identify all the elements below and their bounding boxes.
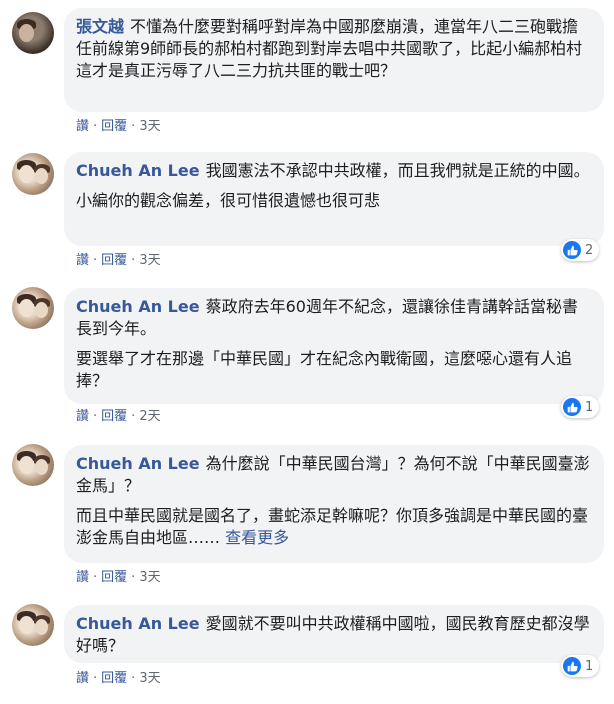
comment-author[interactable]: Chueh An Lee [76,161,200,180]
like-link[interactable]: 讚 [76,569,89,587]
avatar[interactable] [12,153,54,195]
reaction-count[interactable]: 2 [561,239,600,261]
comment-actions: 讚 · 回覆 · 3天 [76,118,161,136]
reaction-count[interactable]: 1 [561,655,600,677]
comment-bubble: 張文越 不懂為什麼要對稱呼對岸為中國那麼崩潰，連當年八二三砲戰擔任前線第9師師長的… [64,8,604,112]
comment-text: 而且中華民國就是國名了，畫蛇添足幹嘛呢？你頂多強調是中華民國的臺澎金馬自由地區…… [76,506,589,547]
reply-link[interactable]: 回覆 [101,670,127,688]
comment-time[interactable]: 3天 [139,118,160,136]
like-link[interactable]: 讚 [76,670,89,688]
like-link[interactable]: 讚 [76,408,89,426]
see-more-link[interactable]: 查看更多 [225,528,289,547]
comment-author[interactable]: 張文越 [76,17,124,36]
reaction-count[interactable]: 1 [561,396,600,418]
comment-author[interactable]: Chueh An Lee [76,454,200,473]
reply-link[interactable]: 回覆 [101,569,127,587]
thumbs-up-icon [563,241,581,259]
avatar[interactable] [12,287,54,329]
comment-actions: 讚 · 回覆 · 2天 [76,408,161,426]
comment-text: 我國憲法不承認中共政權，而且我們就是正統的中國。 [205,161,590,180]
comment-author[interactable]: Chueh An Lee [76,614,200,633]
reply-link[interactable]: 回覆 [101,252,127,270]
like-link[interactable]: 讚 [76,252,89,270]
comment-actions: 讚 · 回覆 · 3天 [76,252,161,270]
comment-bubble: Chueh An Lee 我國憲法不承認中共政權，而且我們就是正統的中國。 小編你… [64,152,604,246]
comment-text: 小編你的觀念偏差，很可惜很遺憾也很可悲 [76,191,381,210]
avatar[interactable] [12,444,54,486]
comment-bubble: Chueh An Lee 蔡政府去年60週年不紀念，還讓徐佳青講幹話當秘書長到今年… [64,288,604,404]
comment-bubble: Chueh An Lee 愛國就不要叫中共政權稱中國啦，國民教育歷史都沒學好嗎？ [64,605,604,663]
comment-time[interactable]: 2天 [139,408,160,426]
thumbs-up-icon [563,657,581,675]
reply-link[interactable]: 回覆 [101,118,127,136]
comment-time[interactable]: 3天 [139,252,160,270]
comment-text: 不懂為什麼要對稱呼對岸為中國那麼崩潰，連當年八二三砲戰擔任前線第9師師長的郝柏村… [76,17,583,80]
thumbs-up-icon [563,398,581,416]
comment-text: 要選舉了才在那邊「中華民國」才在紀念內戰衛國，這麼噁心還有人追捧？ [76,349,573,390]
avatar[interactable] [12,12,54,54]
avatar[interactable] [12,604,54,646]
comment-actions: 讚 · 回覆 · 3天 [76,670,161,688]
comment-time[interactable]: 3天 [139,670,160,688]
comment-author[interactable]: Chueh An Lee [76,297,200,316]
reply-link[interactable]: 回覆 [101,408,127,426]
comment-time[interactable]: 3天 [139,569,160,587]
like-link[interactable]: 讚 [76,118,89,136]
comment-actions: 讚 · 回覆 · 3天 [76,569,161,587]
comment-bubble: Chueh An Lee 為什麼說「中華民國台灣」？為何不說「中華民國臺澎金馬」？… [64,445,604,563]
